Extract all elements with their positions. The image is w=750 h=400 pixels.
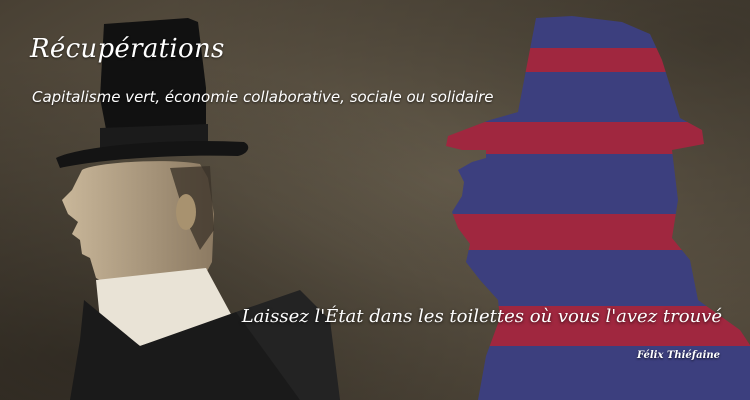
banner: Récupérations Capitalisme vert, économie… (0, 0, 750, 400)
right-figure (446, 16, 750, 400)
quote-author: Félix Thiéfaine (636, 350, 720, 361)
page-title: Récupérations (30, 34, 225, 64)
page-subtitle: Capitalisme vert, économie collaborative… (32, 88, 494, 106)
quote-text: Laissez l'État dans les toilettes où vou… (241, 306, 722, 327)
left-figure (56, 18, 340, 400)
